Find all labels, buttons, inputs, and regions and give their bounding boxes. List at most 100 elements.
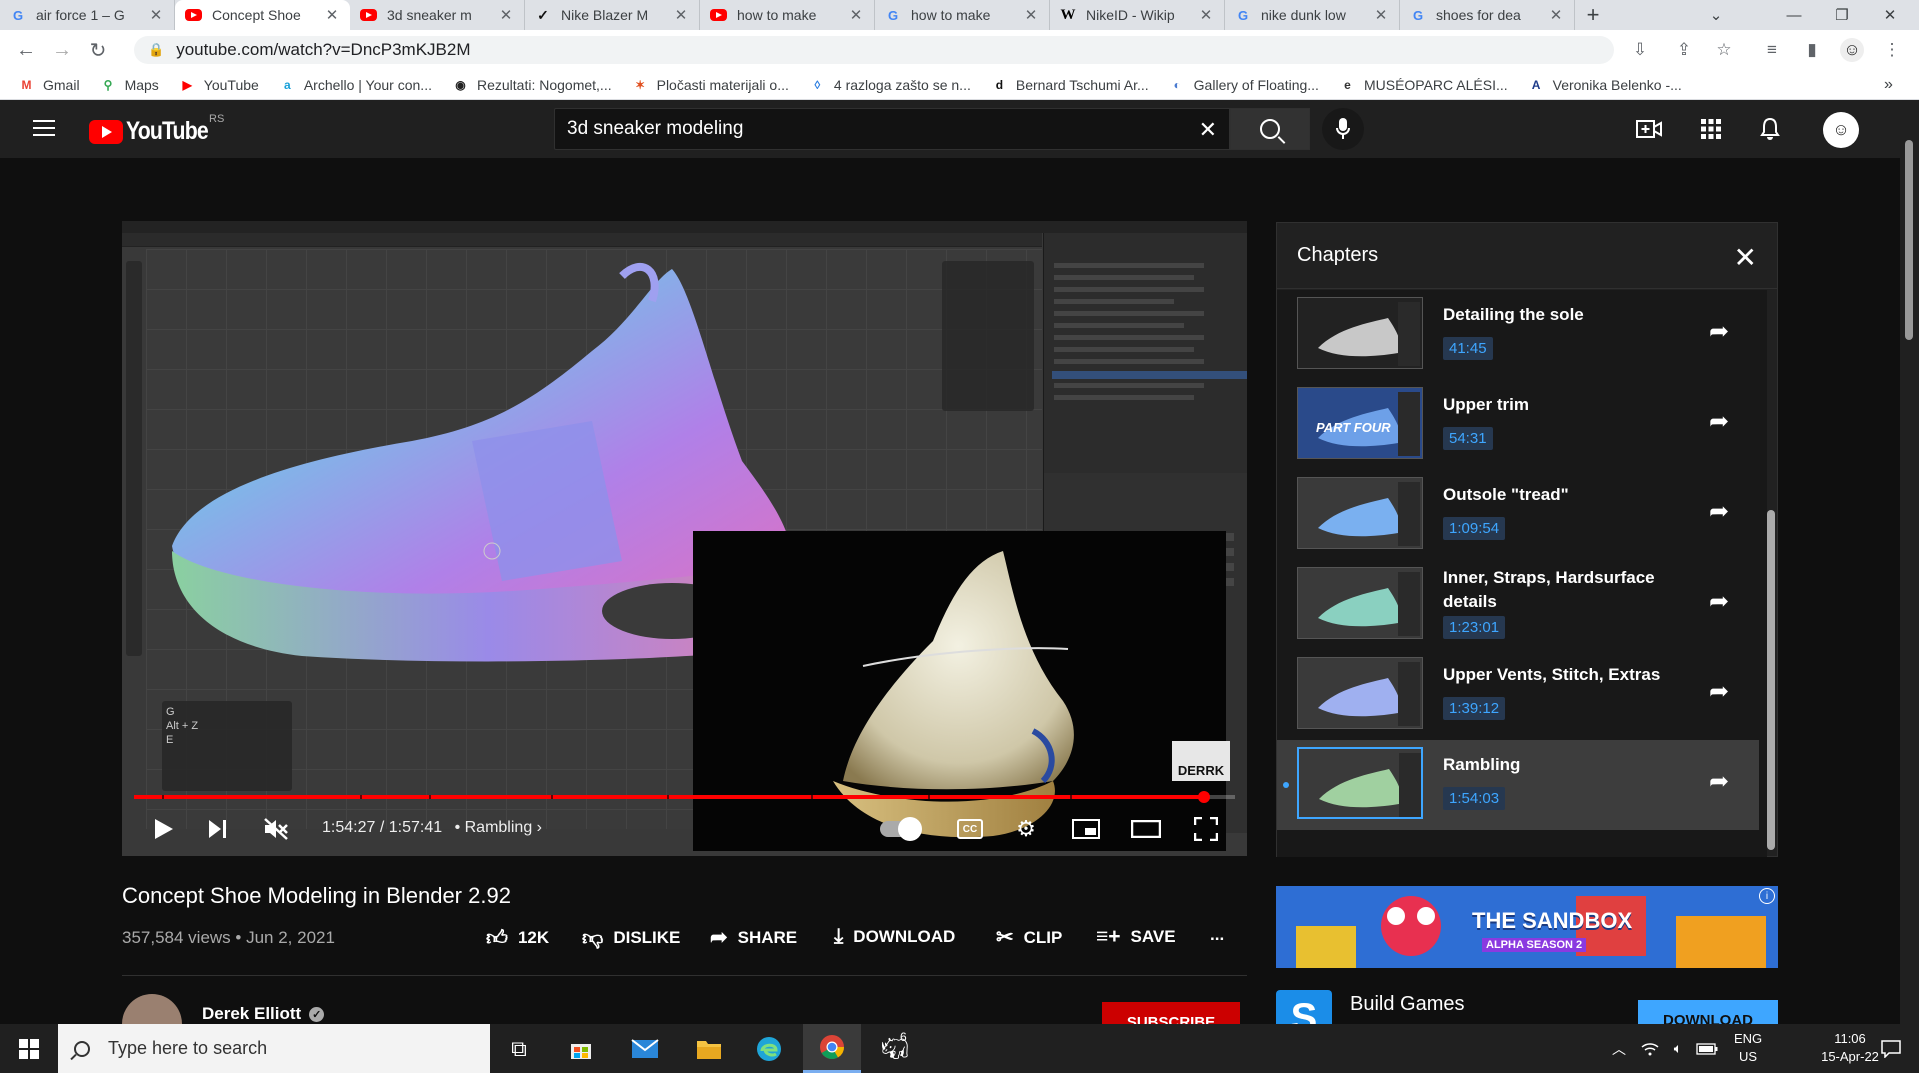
bookmark-item[interactable]: ⚲ Maps	[100, 76, 159, 93]
browser-tab[interactable]: 3d sneaker m ✕	[350, 0, 525, 30]
start-button[interactable]	[0, 1024, 58, 1073]
taskbar-search-placeholder[interactable]: Type here to search	[108, 1038, 267, 1059]
download-button[interactable]: ⤓ DOWNLOAD	[834, 925, 955, 949]
tab-title[interactable]: nike dunk low	[1261, 7, 1373, 23]
browser-tab[interactable]: how to make ✕	[700, 0, 875, 30]
edge-app-icon[interactable]	[740, 1024, 798, 1073]
share-page-icon[interactable]: ⇪	[1672, 38, 1696, 62]
volume-tray-icon[interactable]: 🔈︎	[1664, 1024, 1692, 1073]
chapter-thumbnail[interactable]	[1297, 477, 1423, 549]
chapter-title[interactable]: Upper Vents, Stitch, Extras	[1443, 663, 1693, 687]
language-indicator[interactable]: ENG US	[1734, 1030, 1762, 1066]
tab-close-icon[interactable]: ✕	[1023, 6, 1039, 24]
more-icon[interactable]: ...	[1210, 925, 1224, 945]
chapter-share-icon[interactable]: ➦	[1709, 317, 1729, 346]
tab-title[interactable]: how to make	[911, 7, 1023, 23]
play-button[interactable]	[142, 807, 186, 851]
mute-button[interactable]	[254, 807, 298, 851]
chapter-timestamp[interactable]: 1:09:54	[1443, 517, 1506, 540]
lock-icon[interactable]: 🔒	[148, 42, 164, 58]
bookmark-label[interactable]: Archello | Your con...	[304, 77, 432, 93]
browser-tab[interactable]: Gshoes for dea ✕	[1400, 0, 1575, 30]
apps-grid-icon[interactable]	[1698, 116, 1724, 142]
chapter-share-icon[interactable]: ➦	[1709, 587, 1729, 616]
chapter-item[interactable]: Detailing the sole 41:45 ➦	[1277, 290, 1759, 380]
wifi-icon[interactable]	[1636, 1024, 1664, 1073]
rhino-app-icon[interactable]: 🦏︎ 6	[866, 1024, 924, 1073]
tab-title[interactable]: NikeID - Wikip	[1086, 7, 1198, 23]
channel-name-link[interactable]: Derek Elliott ✓	[202, 1004, 325, 1024]
bookmark-item[interactable]: A Veronika Belenko -...	[1528, 76, 1682, 93]
chapters-scrollbar[interactable]	[1767, 510, 1775, 850]
save-button[interactable]: ≡+ SAVE	[1096, 925, 1176, 949]
clip-button[interactable]: ✂ CLIP	[996, 925, 1062, 950]
tray-overflow-icon[interactable]: ︿	[1604, 1024, 1634, 1073]
channel-name[interactable]: Derek Elliott	[202, 1004, 301, 1024]
bookmark-label[interactable]: Veronika Belenko -...	[1553, 77, 1682, 93]
taskbar-search[interactable]: Type here to search	[58, 1024, 490, 1073]
chapter-title[interactable]: Upper trim	[1443, 393, 1693, 417]
tab-close-icon[interactable]: ✕	[1373, 6, 1389, 24]
dislike-button[interactable]: 👎︎ DISLIKE	[582, 925, 680, 951]
bookmark-label[interactable]: Pločasti materijali o...	[657, 77, 789, 93]
close-window-button[interactable]: ✕	[1866, 0, 1914, 30]
browser-tab[interactable]: Concept Shoe ✕	[175, 0, 350, 30]
close-chapters-icon[interactable]: ✕	[1734, 241, 1757, 274]
chapter-share-icon[interactable]: ➦	[1709, 497, 1729, 526]
like-button[interactable]: 👍︎ 12K	[486, 925, 549, 951]
tab-close-icon[interactable]: ✕	[673, 6, 689, 24]
tab-close-icon[interactable]: ✕	[848, 6, 864, 24]
chapter-item[interactable]: PART FOUR Upper trim 54:31 ➦	[1277, 380, 1759, 470]
chapter-timestamp[interactable]: 1:54:03	[1443, 787, 1506, 810]
chapter-timestamp[interactable]: 41:45	[1443, 337, 1493, 360]
tab-title[interactable]: air force 1 – G	[36, 7, 148, 23]
page-scrollbar-thumb[interactable]	[1905, 140, 1913, 340]
notifications-bell-icon[interactable]	[1757, 116, 1783, 142]
notification-center-icon[interactable]	[1866, 1024, 1916, 1073]
bookmark-label[interactable]: Maps	[125, 77, 159, 93]
video-player[interactable]: G Alt + ZE DERRK 1:54:27 / 1:57:41 • Ram…	[122, 221, 1247, 856]
save-label[interactable]: SAVE	[1131, 927, 1176, 947]
file-explorer-icon[interactable]	[680, 1024, 738, 1073]
chapter-title-button[interactable]: • Rambling ›	[455, 819, 542, 836]
tab-close-icon[interactable]: ✕	[148, 6, 164, 24]
media-control-icon[interactable]: ≡	[1760, 38, 1784, 62]
user-avatar[interactable]: ☺	[1823, 112, 1859, 148]
ad-banner[interactable]: THE SANDBOX ALPHA SEASON 2	[1276, 886, 1778, 968]
settings-button[interactable]: ⚙	[1002, 807, 1050, 851]
mail-app-icon[interactable]	[616, 1024, 674, 1073]
more-bookmarks-button[interactable]: »	[1884, 76, 1893, 94]
bookmark-label[interactable]: MUSÉOPARC ALÉSI...	[1364, 77, 1508, 93]
chapter-title[interactable]: Inner, Straps, Hardsurface details	[1443, 566, 1693, 614]
task-view-icon[interactable]: ⧉	[490, 1024, 548, 1073]
region-indicator[interactable]: US	[1734, 1048, 1762, 1066]
fullscreen-button[interactable]	[1182, 807, 1230, 851]
chapter-item[interactable]: Rambling 1:54:03 ➦	[1277, 740, 1759, 830]
bookmark-label[interactable]: Gallery of Floating...	[1194, 77, 1319, 93]
chapter-thumbnail[interactable]	[1297, 567, 1423, 639]
chapter-item[interactable]: Outsole "tread" 1:09:54 ➦	[1277, 470, 1759, 560]
new-tab-button[interactable]: +	[1575, 0, 1611, 30]
chapter-share-icon[interactable]: ➦	[1709, 677, 1729, 706]
create-video-icon[interactable]	[1636, 116, 1662, 142]
forward-icon[interactable]: →	[44, 32, 80, 68]
autoplay-toggle[interactable]	[880, 817, 922, 841]
browser-tab[interactable]: Ghow to make ✕	[875, 0, 1050, 30]
bookmark-label[interactable]: Gmail	[43, 77, 80, 93]
browser-tab[interactable]: Gnike dunk low ✕	[1225, 0, 1400, 30]
browser-tab[interactable]: W NikeID - Wikip ✕	[1050, 0, 1225, 30]
bookmark-item[interactable]: d Bernard Tschumi Ar...	[991, 76, 1149, 93]
tab-close-icon[interactable]: ✕	[1198, 6, 1214, 24]
bookmark-label[interactable]: Rezultati: Nogomet,...	[477, 77, 612, 93]
page-scrollbar[interactable]	[1900, 100, 1919, 1024]
share-label[interactable]: SHARE	[738, 928, 798, 948]
tab-close-icon[interactable]: ✕	[498, 6, 514, 24]
chapter-share-icon[interactable]: ➦	[1709, 767, 1729, 796]
chapter-timestamp[interactable]: 1:39:12	[1443, 697, 1506, 720]
theater-mode-button[interactable]	[1122, 807, 1170, 851]
chapter-timestamp[interactable]: 54:31	[1443, 427, 1493, 450]
tab-title[interactable]: shoes for dea	[1436, 7, 1548, 23]
bookmark-label[interactable]: YouTube	[204, 77, 259, 93]
search-value[interactable]: 3d sneaker modeling	[567, 118, 743, 140]
search-button[interactable]	[1230, 108, 1310, 150]
